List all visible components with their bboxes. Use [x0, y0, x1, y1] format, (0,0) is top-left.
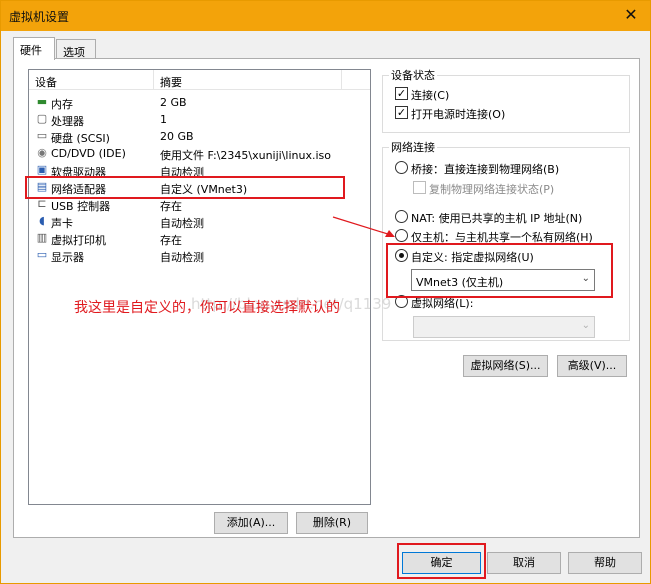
device-name: USB 控制器 — [51, 200, 111, 213]
device-name: 显示器 — [51, 251, 84, 264]
device-row-processor[interactable]: ▢ 处理器 1 — [29, 111, 370, 129]
connect-on-power-checkbox[interactable]: ✓ — [395, 106, 408, 119]
bridged-radio[interactable] — [395, 161, 408, 174]
tab-options[interactable]: 选项 — [56, 39, 96, 59]
column-divider[interactable] — [341, 70, 342, 90]
device-name: 声卡 — [51, 217, 73, 230]
connect-on-power-label[interactable]: 打开电源时连接(O) — [411, 106, 505, 122]
highlight-network-adapter — [25, 176, 345, 199]
device-name: 内存 — [51, 98, 73, 111]
device-row-sound[interactable]: ◖ 声卡 自动检测 — [29, 213, 370, 231]
floppy-icon: ▣ — [36, 163, 48, 176]
replicate-state-label[interactable]: 复制物理网络连接状态(P) — [429, 181, 554, 197]
column-header-device[interactable]: 设备 — [35, 74, 57, 90]
device-row-cdrom[interactable]: ◉ CD/DVD (IDE) 使用文件 F:\2345\xuniji\linux… — [29, 145, 370, 163]
highlight-custom-network — [386, 243, 613, 298]
column-header-summary[interactable]: 摘要 — [160, 74, 182, 90]
device-name: 虚拟打印机 — [51, 234, 106, 247]
device-row-display[interactable]: ▭ 显示器 自动检测 — [29, 247, 370, 265]
title-bar: 虚拟机设置 ✕ — [1, 1, 650, 31]
device-summary: 自动检测 — [160, 217, 204, 230]
device-summary: 存在 — [160, 234, 182, 247]
annotation-arrow — [332, 216, 395, 237]
device-status-legend: 设备状态 — [391, 69, 435, 82]
device-row-printer[interactable]: ▥ 虚拟打印机 存在 — [29, 230, 370, 248]
arrow-line — [332, 216, 392, 236]
device-row-harddisk[interactable]: ▭ 硬盘 (SCSI) 20 GB — [29, 128, 370, 146]
device-name: 处理器 — [51, 115, 84, 128]
device-name: 硬盘 (SCSI) — [51, 132, 110, 145]
device-summary: 2 GB — [160, 96, 187, 109]
sound-icon: ◖ — [39, 214, 45, 227]
device-list-header: 设备 摘要 — [29, 70, 370, 90]
advanced-button[interactable]: 高级(V)... — [557, 355, 627, 377]
usb-icon: ⊏ — [37, 197, 47, 210]
tab-hardware[interactable]: 硬件 — [13, 37, 55, 60]
display-icon: ▭ — [36, 248, 48, 261]
window-title: 虚拟机设置 — [9, 10, 70, 24]
network-connection-legend: 网络连接 — [391, 141, 435, 154]
nat-label[interactable]: NAT: 使用已共享的主机 IP 地址(N) — [411, 210, 582, 226]
help-button[interactable]: 帮助 — [568, 552, 642, 574]
device-summary: 存在 — [160, 200, 182, 213]
device-row-memory[interactable]: ▬ 内存 2 GB — [29, 94, 370, 112]
cdrom-icon: ◉ — [37, 146, 47, 159]
column-divider[interactable] — [153, 70, 154, 90]
close-icon[interactable]: ✕ — [622, 6, 640, 24]
remove-button[interactable]: 删除(R) — [296, 512, 368, 534]
device-summary: 20 GB — [160, 130, 194, 143]
vm-settings-dialog: 虚拟机设置 ✕ 硬件 选项 设备 摘要 ▬ 内存 2 GB ▢ 处理器 1 ▭ … — [0, 0, 651, 584]
harddisk-icon: ▭ — [36, 129, 48, 142]
annotation-text: 我这里是自定义的，你可以直接选择默认的 — [74, 300, 340, 316]
device-summary: 自动检测 — [160, 251, 204, 264]
highlight-ok-button — [397, 543, 486, 579]
replicate-state-checkbox[interactable] — [413, 181, 426, 194]
device-summary: 1 — [160, 113, 167, 126]
device-summary: 使用文件 F:\2345\xuniji\linux.iso — [160, 149, 331, 162]
device-name: CD/DVD (IDE) — [51, 147, 126, 160]
cpu-icon: ▢ — [36, 112, 48, 125]
chevron-down-icon: ⌄ — [581, 320, 590, 331]
connected-label[interactable]: 连接(C) — [411, 87, 449, 103]
add-button[interactable]: 添加(A)... — [214, 512, 288, 534]
memory-icon: ▬ — [36, 95, 48, 108]
lan-segment-select[interactable]: ⌄ — [413, 316, 595, 338]
cancel-button[interactable]: 取消 — [487, 552, 561, 574]
virtual-network-button[interactable]: 虚拟网络(S)... — [463, 355, 548, 377]
bridged-label[interactable]: 桥接：直接连接到物理网络(B) — [411, 161, 559, 177]
printer-icon: ▥ — [36, 231, 48, 244]
device-list[interactable]: 设备 摘要 ▬ 内存 2 GB ▢ 处理器 1 ▭ 硬盘 (SCSI) 20 G… — [25, 69, 371, 505]
connected-checkbox[interactable]: ✓ — [395, 87, 408, 100]
